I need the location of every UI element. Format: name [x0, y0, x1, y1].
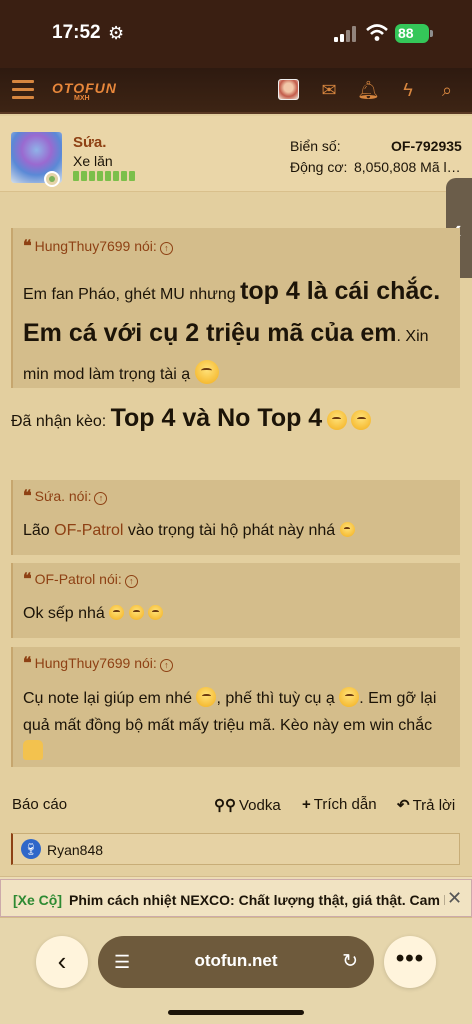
top-navbar: OTOFUN MXH ✉ 🔔︎ ϟ ⌕ — [0, 68, 472, 114]
plate-value: OF-792935 — [391, 138, 462, 154]
quote-text: Cụ note lại giúp em nhé — [23, 690, 192, 707]
logo-subtext: MXH — [74, 95, 90, 102]
thumbs-up-icon — [23, 740, 43, 760]
mail-icon[interactable]: ✉ — [318, 79, 340, 101]
quote-label: Trích dẫn — [313, 796, 377, 813]
quote-body: Cụ note lại giúp em nhé , phế thì tuỳ cụ… — [23, 685, 448, 766]
quote-author: HungThuy7699 nói: — [34, 655, 157, 671]
vodka-label: Vodka — [238, 797, 281, 814]
user-avatar[interactable] — [278, 79, 299, 100]
quote-body: Lão OF-Patrol vào trọng tài hộ phát này … — [23, 518, 448, 543]
arrow-up-icon[interactable]: ↑ — [94, 492, 108, 505]
quote-text: Em fan Pháo, ghét MU nhưng — [23, 286, 241, 303]
quote-mark-icon: ❝ — [23, 238, 32, 255]
site-logo[interactable]: OTOFUN MXH — [52, 77, 120, 107]
signal-icon — [334, 26, 356, 42]
more-button[interactable]: ••• — [384, 936, 436, 988]
status-time: 17:52 — [52, 22, 101, 43]
back-button[interactable]: ‹ — [36, 936, 88, 988]
menu-icon[interactable] — [12, 80, 34, 100]
reaction-list: 🍷︎ Ryan848 — [11, 833, 460, 865]
chevron-left-icon: ‹ — [57, 946, 67, 976]
rank-bars — [73, 171, 135, 181]
reply-label: Trả lời — [412, 797, 456, 814]
report-button[interactable]: Báo cáo — [12, 796, 67, 813]
arrow-up-icon[interactable]: ↑ — [159, 242, 173, 255]
arrow-up-icon[interactable]: ↑ — [159, 659, 173, 672]
bet-terms: Top 4 và No Top 4 — [110, 404, 323, 432]
quote-text: Ok sếp nhá — [23, 605, 105, 622]
quote-block: ❝ HungThuy7699 nói: ↑ Em fan Pháo, ghét MU… — [11, 228, 460, 388]
quote-mark-icon: ❝ — [23, 571, 32, 588]
quote-header[interactable]: ❝ HungThuy7699 nói: ↑ — [23, 236, 173, 256]
quote-header[interactable]: ❝ HungThuy7699 nói: ↑ — [23, 653, 173, 673]
quote-body: Ok sếp nhá — [23, 601, 448, 626]
post-author-header: Sứa. Xe lăn Biển số: OF-792935 Động cơ: … — [0, 116, 472, 192]
bell-icon[interactable]: 🔔︎ — [357, 79, 380, 101]
user-mention-link[interactable]: OF-Patrol — [54, 522, 123, 539]
quote-header[interactable]: ❝ Sứa. nói: ↑ — [23, 486, 108, 506]
bet-accepted-line: Đã nhận kèo: Top 4 và No Top 4 — [11, 404, 451, 433]
quote-text: Lão — [23, 522, 55, 539]
engine-value: 8,050,808 Mã lực — [354, 159, 462, 175]
quote-block: ❝ Sứa. nói: ↑ Lão OF-Patrol vào trọng tài … — [11, 480, 460, 555]
grin-emoji-icon — [128, 605, 144, 620]
wifi-icon — [366, 24, 388, 41]
bet-label: Đã nhận kèo: — [11, 413, 111, 430]
search-icon[interactable]: ⌕ — [436, 79, 458, 101]
reply-button[interactable]: ↶ Trả lời — [397, 796, 455, 814]
ad-text[interactable]: Phim cách nhiệt NEXCO: Chất lượng thật, … — [69, 892, 445, 908]
vodka-glass-icon: 🍷︎ — [21, 839, 41, 859]
wink-emoji-icon — [326, 410, 347, 430]
quote-header[interactable]: ❝ OF-Patrol nói: ↑ — [23, 569, 138, 589]
vodka-button[interactable]: ⚲⚲ Vodka — [214, 796, 281, 814]
ad-banner[interactable]: [Xe Cộ] Phim cách nhiệt NEXCO: Chất lượn… — [0, 876, 472, 918]
quote-block: ❝ OF-Patrol nói: ↑ Ok sếp nhá — [11, 563, 460, 638]
quote-text: , phế thì tuỳ cụ ạ — [216, 690, 335, 707]
plus-icon: + — [302, 796, 311, 813]
status-bar: 17:52 ⚙ 88 — [0, 0, 472, 68]
battery-indicator: 88 — [395, 24, 433, 43]
address-bar[interactable]: ☰ otofun.net ↻ — [98, 936, 374, 988]
quote-mark-icon: ❝ — [23, 488, 32, 505]
quote-text-tail: vào trọng tài hộ phát này nhá — [123, 522, 336, 539]
quote-author: HungThuy7699 nói: — [34, 238, 157, 254]
grin-emoji-icon — [339, 687, 360, 707]
wink-emoji-icon — [351, 410, 372, 430]
laughing-emoji-icon — [194, 360, 219, 384]
arrow-up-icon[interactable]: ↑ — [124, 575, 138, 588]
quote-block: ❝ HungThuy7699 nói: ↑ Cụ note lại giúp em … — [11, 647, 460, 767]
liker-name[interactable]: Ryan848 — [47, 842, 103, 858]
close-icon[interactable]: ✕ — [447, 888, 462, 909]
gear-icon: ⚙ — [108, 23, 125, 43]
quote-author: OF-Patrol nói: — [34, 571, 122, 587]
reply-icon: ↶ — [397, 797, 410, 814]
logo-text: OTOFUN — [52, 80, 117, 96]
more-icon: ••• — [395, 945, 425, 972]
url-text: otofun.net — [194, 951, 278, 970]
quote-button[interactable]: + Trích dẫn — [302, 796, 377, 813]
engine-label: Động cơ: — [290, 159, 348, 175]
home-indicator — [168, 1010, 304, 1015]
reload-icon[interactable]: ↻ — [342, 950, 358, 973]
plate-label: Biển số: — [290, 138, 341, 154]
quote-body: Em fan Pháo, ghét MU nhưng top 4 là cái … — [23, 272, 448, 394]
quote-author: Sứa. nói: — [34, 488, 92, 504]
browser-toolbar: ‹ ☰ otofun.net ↻ ••• — [0, 918, 472, 1024]
grin-emoji-icon — [148, 605, 164, 620]
grin-emoji-icon — [109, 605, 125, 620]
ad-tag: [Xe Cộ] — [13, 892, 62, 908]
online-status-icon — [44, 171, 60, 187]
cheers-icon: ⚲⚲ — [214, 797, 236, 814]
quote-mark-icon: ❝ — [23, 655, 32, 672]
author-name[interactable]: Sứa. — [73, 134, 106, 151]
author-title: Xe lăn — [73, 153, 113, 169]
lightning-icon[interactable]: ϟ — [397, 79, 419, 101]
grin-emoji-icon — [339, 522, 355, 537]
laughing-emoji-icon — [196, 687, 217, 707]
